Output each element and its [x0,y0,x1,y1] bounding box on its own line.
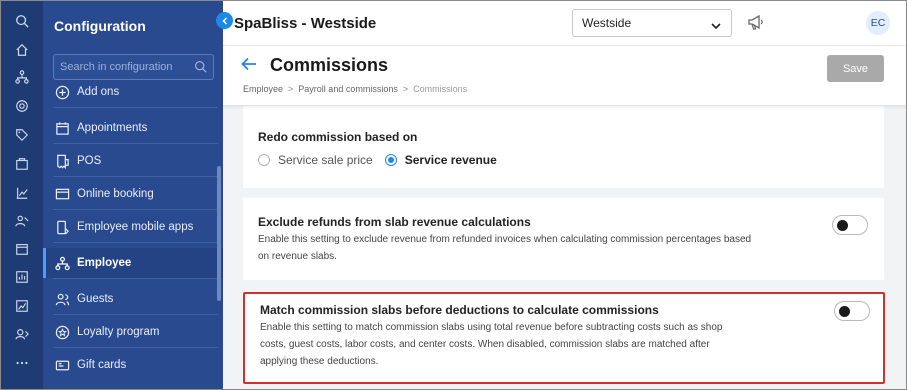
breadcrumb-payroll[interactable]: Payroll and commissions [298,84,398,94]
org-chart-icon[interactable] [14,69,30,85]
divider [53,242,218,243]
sidebar-item-add-ons[interactable]: Add ons [43,77,223,107]
settings-people-icon[interactable] [14,326,30,342]
sidebar-item-label: Loyalty program [77,326,160,338]
sidebar-item-appointments[interactable]: Appointments [43,113,223,143]
plus-circle-icon [53,83,71,101]
exclude-refunds-toggle[interactable] [832,215,868,235]
sidebar-item-employee[interactable]: Employee [43,248,223,278]
web-booking-icon [53,185,71,203]
divider [53,278,218,279]
sidebar-title: Configuration [54,18,146,34]
inventory-icon[interactable] [14,156,30,172]
breadcrumb-employee[interactable]: Employee [243,84,283,94]
search-icon [194,60,207,78]
save-button[interactable]: Save [827,55,884,82]
location-value: Westside [582,16,632,30]
redo-commission-card: Redo commission based on Service sale pr… [243,106,884,188]
more-icon[interactable] [14,355,30,371]
calendar-rail-icon[interactable] [14,241,30,257]
divider [53,107,218,108]
reports-icon[interactable] [14,185,30,201]
mobile-app-icon [53,218,71,236]
divider [53,314,218,315]
radio-service-sale-price[interactable] [258,154,270,166]
receipt-icon [53,152,71,170]
sidebar-item-loyalty-program[interactable]: Loyalty program [43,317,223,347]
match-slabs-title: Match commission slabs before deductions… [260,303,659,317]
sidebar-item-online-booking[interactable]: Online booking [43,179,223,209]
page-header: Commissions Employee > Payroll and commiss… [223,46,906,106]
redo-commission-options: Service sale price Service revenue [258,153,509,167]
megaphone-icon[interactable] [747,14,765,36]
home-icon[interactable] [14,42,30,58]
sidebar-item-label: Employee mobile apps [77,221,194,233]
breadcrumb: Employee > Payroll and commissions > Commiss… [243,84,468,94]
config-sidebar: Configuration Add ons Appointments POS O… [43,1,223,389]
divider [53,347,218,348]
breadcrumb-current: Commissions [413,84,468,94]
sidebar-item-employee-mobile-apps[interactable]: Employee mobile apps [43,212,223,242]
redo-commission-title: Redo commission based on [258,130,418,144]
exclude-refunds-title: Exclude refunds from slab revenue calcul… [258,215,531,229]
sidebar-item-pos[interactable]: POS [43,146,223,176]
sidebar-scrollbar[interactable] [217,166,221,301]
loyalty-icon [53,323,71,341]
exclude-refunds-card: Exclude refunds from slab revenue calcul… [243,198,884,280]
radio-label[interactable]: Service revenue [405,153,497,167]
radio-label[interactable]: Service sale price [278,153,373,167]
sidebar-item-label: Employee [77,257,132,269]
analytics-icon[interactable] [14,269,30,285]
divider [53,209,218,210]
settings-content[interactable]: Redo commission based on Service sale pr… [223,106,906,389]
calendar-icon [53,119,71,137]
page-title: Commissions [270,55,389,75]
marketing-icon[interactable] [14,98,30,114]
employee-icon [53,254,71,272]
gift-card-icon [53,356,71,374]
search-icon[interactable] [14,13,30,29]
sidebar-item-gift-cards[interactable]: Gift cards [43,350,223,380]
config-search-input[interactable] [54,55,213,79]
app-window: Configuration Add ons Appointments POS O… [0,0,907,390]
sidebar-item-label: Gift cards [77,359,127,371]
sidebar-item-guests[interactable]: Guests [43,284,223,314]
chevron-down-icon [711,19,721,33]
sidebar-item-label: POS [77,155,102,167]
exclude-refunds-description: Enable this setting to exclude revenue f… [258,234,752,262]
tag-icon[interactable] [14,127,30,143]
collapse-sidebar-button[interactable] [216,12,233,29]
people-icon[interactable] [14,213,30,229]
sidebar-item-label: Online booking [77,188,154,200]
divider [53,176,218,177]
dashboard-icon[interactable] [14,298,30,314]
location-select[interactable]: Westside [572,9,732,37]
match-slabs-card: Match commission slabs before deductions… [243,292,885,384]
avatar[interactable]: EC [866,11,890,35]
icon-rail [1,1,43,389]
top-bar: SpaBliss - Westside Westside EC [223,1,906,46]
divider [53,143,218,144]
app-title: SpaBliss - Westside [234,15,377,32]
sidebar-item-label: Guests [77,293,114,305]
sidebar-item-label: Appointments [77,122,148,134]
guests-icon [53,290,71,308]
radio-service-revenue[interactable] [384,154,397,166]
match-slabs-toggle[interactable] [834,301,870,321]
chevron-left-icon [221,16,227,25]
back-arrow-icon[interactable] [241,57,257,76]
sidebar-item-label: Add ons [77,86,120,98]
match-slabs-description: Enable this setting to match commission … [260,322,723,367]
